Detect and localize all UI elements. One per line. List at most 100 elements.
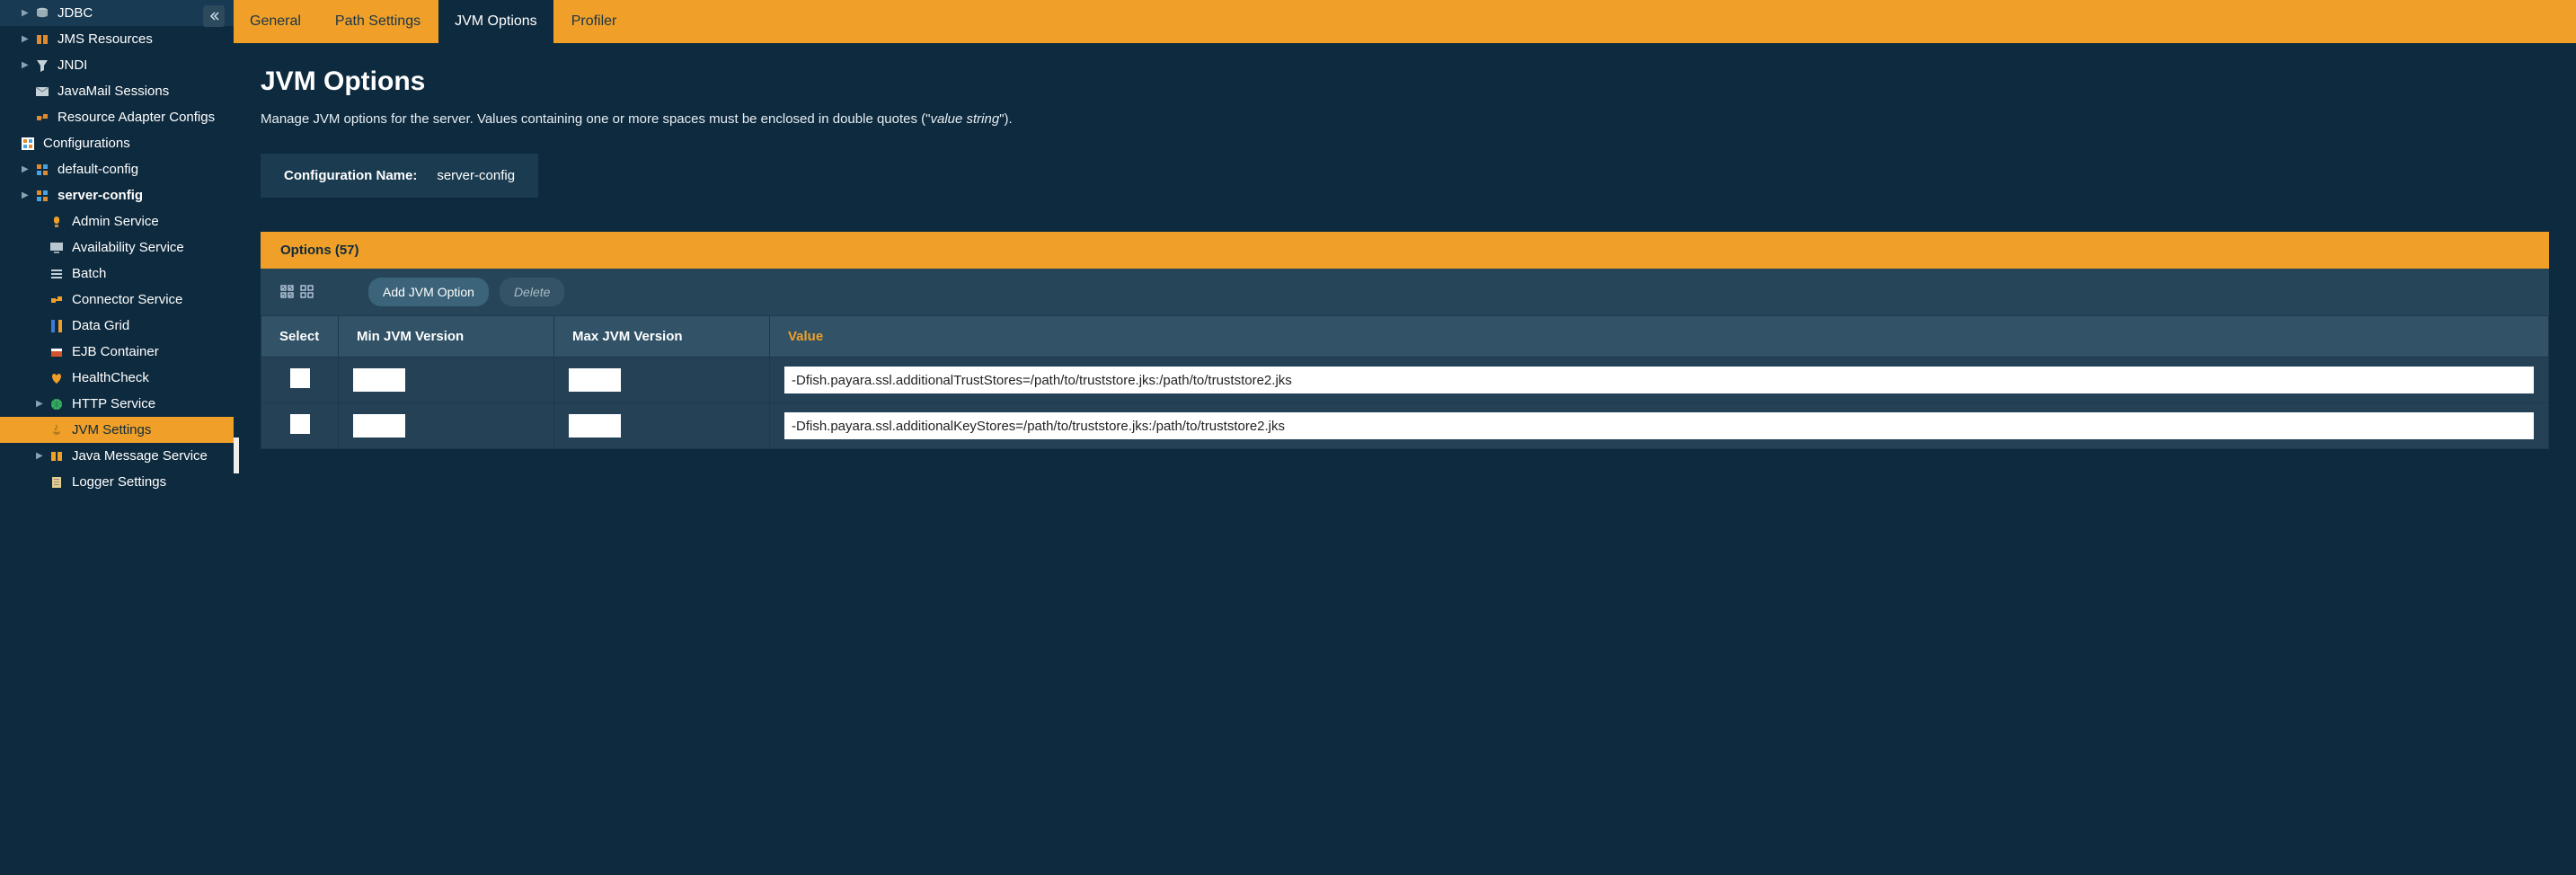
tree-expand-icon[interactable]: ▶ [36, 399, 45, 409]
jms-icon [34, 31, 50, 48]
options-toolbar: Add JVM Option Delete [261, 269, 2549, 315]
desc-prefix: Manage JVM options for the server. Value… [261, 111, 930, 127]
sidebar-resize-grip[interactable] [234, 438, 239, 473]
desc-italic: value string [930, 111, 999, 127]
delete-button[interactable]: Delete [500, 278, 564, 306]
sidebar-item-label: JMS Resources [58, 31, 153, 47]
add-jvm-option-button[interactable]: Add JVM Option [368, 278, 489, 306]
batch-icon [49, 266, 65, 282]
ejb-icon [49, 344, 65, 360]
jvm-value-input[interactable] [784, 367, 2534, 393]
deselect-all-icon[interactable] [300, 285, 314, 299]
max-jvm-input[interactable] [569, 368, 621, 392]
tree-expand-icon[interactable]: ▶ [36, 451, 45, 461]
sidebar-item-jms-resources[interactable]: ▶ JMS Resources [0, 26, 234, 52]
row-select-checkbox[interactable] [290, 414, 310, 434]
config-icon [34, 188, 50, 204]
select-all-icon[interactable] [280, 285, 295, 299]
monitor-icon [49, 240, 65, 256]
min-jvm-input[interactable] [353, 368, 405, 392]
sidebar-item-label: server-config [58, 188, 143, 203]
sidebar-item-logger-settings[interactable]: ▶Logger Settings [0, 469, 234, 495]
sidebar-item-jvm-settings[interactable]: ▶JVM Settings [0, 417, 234, 443]
sidebar-item-label: JDBC [58, 5, 93, 21]
heart-icon [49, 370, 65, 386]
tab-path-settings[interactable]: Path Settings [319, 0, 437, 43]
sidebar-item-http-service[interactable]: ▶ HTTP Service [0, 391, 234, 417]
sidebar-item-batch[interactable]: ▶Batch [0, 261, 234, 287]
tree-expand-icon[interactable]: ▶ [22, 190, 31, 200]
col-min[interactable]: Min JVM Version [339, 316, 554, 358]
db-icon [34, 5, 50, 22]
config-name-label: Configuration Name: [284, 168, 417, 183]
tree-expand-icon[interactable]: ▶ [22, 34, 31, 44]
jmsg-icon [49, 448, 65, 464]
sidebar-item-data-grid[interactable]: ▶Data Grid [0, 313, 234, 339]
min-jvm-input[interactable] [353, 414, 405, 438]
sidebar-item-ejb-container[interactable]: ▶EJB Container [0, 339, 234, 365]
configs-icon [20, 136, 36, 152]
grid-icon [49, 318, 65, 334]
sidebar-item-label: EJB Container [72, 344, 159, 359]
main-panel: GeneralPath SettingsJVM OptionsProfiler … [234, 0, 2576, 875]
idea-icon [49, 214, 65, 230]
sidebar: ▶ JDBC ▶ JMS Resources ▶ JNDI ▶JavaMail Sessio… [0, 0, 234, 875]
col-max[interactable]: Max JVM Version [554, 316, 770, 358]
sidebar-item-java-message-service[interactable]: ▶ Java Message Service [0, 443, 234, 469]
sidebar-item-healthcheck[interactable]: ▶HealthCheck [0, 365, 234, 391]
sidebar-item-configurations[interactable]: ▶Configurations [0, 130, 234, 156]
globe-icon [49, 396, 65, 412]
connector-icon [49, 292, 65, 308]
tab-profiler[interactable]: Profiler [555, 0, 633, 43]
tab-jvm-options[interactable]: JVM Options [438, 0, 553, 43]
config-icon [34, 162, 50, 178]
config-name-value: server-config [437, 168, 515, 183]
tree-expand-icon[interactable]: ▶ [22, 60, 31, 70]
sidebar-item-javamail-sessions[interactable]: ▶JavaMail Sessions [0, 78, 234, 104]
col-value[interactable]: Value [770, 316, 2549, 358]
sidebar-item-label: JNDI [58, 57, 87, 73]
sidebar-item-connector-service[interactable]: ▶Connector Service [0, 287, 234, 313]
table-row [261, 403, 2549, 449]
sidebar-collapse-button[interactable] [203, 5, 225, 27]
mail-icon [34, 84, 50, 100]
col-select[interactable]: Select [261, 316, 339, 358]
tab-general[interactable]: General [234, 0, 317, 43]
logger-icon [49, 474, 65, 491]
sidebar-item-label: HealthCheck [72, 370, 149, 385]
sidebar-item-label: Availability Service [72, 240, 184, 255]
sidebar-item-label: Data Grid [72, 318, 129, 333]
sidebar-item-label: default-config [58, 162, 138, 177]
sidebar-item-label: Connector Service [72, 292, 182, 307]
funnel-icon [34, 57, 50, 74]
options-table: Select Min JVM Version Max JVM Version V… [261, 315, 2549, 449]
sidebar-item-admin-service[interactable]: ▶Admin Service [0, 208, 234, 234]
sidebar-item-server-config[interactable]: ▶ server-config [0, 182, 234, 208]
row-select-toggles[interactable] [275, 281, 320, 303]
sidebar-item-label: Logger Settings [72, 474, 166, 490]
sidebar-item-label: JVM Settings [72, 422, 151, 438]
tree-expand-icon[interactable]: ▶ [22, 8, 31, 18]
max-jvm-input[interactable] [569, 414, 621, 438]
sidebar-item-label: Resource Adapter Configs [58, 110, 215, 125]
adapter-icon [34, 110, 50, 126]
config-name-box: Configuration Name: server-config [261, 154, 538, 198]
page-title: JVM Options [261, 66, 2549, 97]
sidebar-item-label: Java Message Service [72, 448, 208, 464]
page-description: Manage JVM options for the server. Value… [261, 111, 2549, 127]
java-icon [49, 422, 65, 438]
tree-expand-icon[interactable]: ▶ [22, 164, 31, 174]
sidebar-item-label: Configurations [43, 136, 130, 151]
sidebar-item-availability-service[interactable]: ▶Availability Service [0, 234, 234, 261]
desc-suffix: "). [999, 111, 1013, 127]
row-select-checkbox[interactable] [290, 368, 310, 388]
sidebar-item-label: HTTP Service [72, 396, 155, 411]
tab-bar: GeneralPath SettingsJVM OptionsProfiler [234, 0, 2576, 43]
sidebar-item-jndi[interactable]: ▶ JNDI [0, 52, 234, 78]
sidebar-item-resource-adapter-configs[interactable]: ▶Resource Adapter Configs [0, 104, 234, 130]
sidebar-item-jdbc[interactable]: ▶ JDBC [0, 0, 234, 26]
sidebar-item-default-config[interactable]: ▶ default-config [0, 156, 234, 182]
jvm-value-input[interactable] [784, 412, 2534, 439]
table-row [261, 358, 2549, 403]
options-header: Options (57) [261, 232, 2549, 269]
